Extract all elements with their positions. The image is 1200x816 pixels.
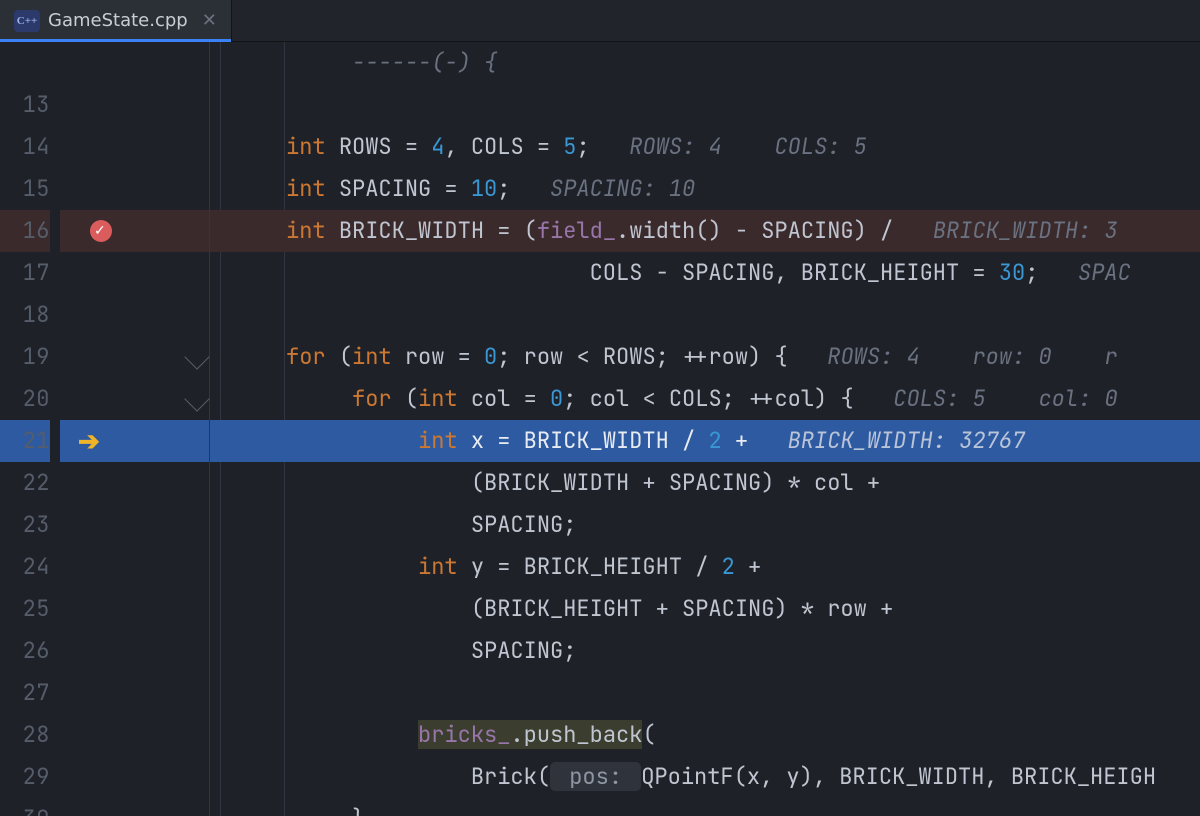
line-number: 19 <box>0 336 50 378</box>
code-editor[interactable]: 13 14 15 16 17 18 19 20 21 22 23 24 25 2… <box>0 42 1200 816</box>
inline-value-hint: COLS: 5 col: 0 <box>893 384 1117 413</box>
code-line[interactable]: bricks_.push_back( <box>210 714 1200 756</box>
line-number: 30 <box>0 798 50 816</box>
code-line[interactable]: int SPACING = 10; SPACING: 10 <box>210 168 1200 210</box>
inline-value-hint: BRICK_WIDTH: 3 <box>933 216 1118 245</box>
breakpoint-icon[interactable] <box>90 220 112 242</box>
parameter-hint: pos: <box>550 762 641 791</box>
code-line[interactable]: SPACING; <box>210 630 1200 672</box>
line-number: 24 <box>0 546 50 588</box>
code-area[interactable]: ------(-) { int ROWS = 4, COLS = 5; ROWS… <box>210 42 1200 816</box>
code-line[interactable]: int y = BRICK_HEIGHT / 2 + <box>210 546 1200 588</box>
code-line[interactable]: int BRICK_WIDTH = (field_.width() - SPAC… <box>210 210 1200 252</box>
line-number: 16 <box>0 210 50 252</box>
cpp-file-icon: C++ <box>14 10 40 32</box>
code-line[interactable]: Brick( pos: QPointF(x, y), BRICK_WIDTH, … <box>210 756 1200 798</box>
inline-value-hint: SPAC <box>1078 258 1131 287</box>
inline-value-hint: BRICK_WIDTH: 32767 <box>788 426 1026 455</box>
line-number: 27 <box>0 672 50 714</box>
line-number: 28 <box>0 714 50 756</box>
line-number: 17 <box>0 252 50 294</box>
line-number: 14 <box>0 126 50 168</box>
code-line[interactable] <box>210 84 1200 126</box>
fold-handle-icon[interactable] <box>184 806 209 816</box>
line-number: 29 <box>0 756 50 798</box>
line-number <box>0 42 50 84</box>
code-line[interactable]: (BRICK_HEIGHT + SPACING) * row + <box>210 588 1200 630</box>
line-number: 18 <box>0 294 50 336</box>
code-line[interactable]: ------(-) { <box>210 42 1200 84</box>
code-line[interactable]: } <box>210 798 1200 816</box>
line-number-gutter: 13 14 15 16 17 18 19 20 21 22 23 24 25 2… <box>0 42 60 816</box>
fold-handle-icon[interactable] <box>184 344 209 369</box>
tab-gamestate-cpp[interactable]: C++ GameState.cpp ✕ <box>0 0 232 41</box>
code-line[interactable]: SPACING; <box>210 504 1200 546</box>
code-line[interactable] <box>210 672 1200 714</box>
fold-gutter[interactable] <box>130 42 210 816</box>
line-number: 20 <box>0 378 50 420</box>
code-line[interactable]: for (int col = 0; col < COLS; ++col) { C… <box>210 378 1200 420</box>
line-number: 21 <box>0 420 50 462</box>
code-line[interactable]: int ROWS = 4, COLS = 5; ROWS: 4 COLS: 5 <box>210 126 1200 168</box>
inline-value-hint: ROWS: 4 COLS: 5 <box>629 132 867 161</box>
code-line[interactable]: for (int row = 0; row < ROWS; ++row) { R… <box>210 336 1200 378</box>
marker-gutter[interactable]: ➔ <box>60 42 130 816</box>
execution-pointer-icon: ➔ <box>78 420 100 462</box>
line-number: 15 <box>0 168 50 210</box>
inline-value-hint: ROWS: 4 row: 0 r <box>827 342 1117 371</box>
tab-filename: GameState.cpp <box>48 0 188 42</box>
line-number: 25 <box>0 588 50 630</box>
line-number: 13 <box>0 84 50 126</box>
line-number: 26 <box>0 630 50 672</box>
line-number: 22 <box>0 462 50 504</box>
tab-bar: C++ GameState.cpp ✕ <box>0 0 1200 42</box>
code-line[interactable]: (BRICK_WIDTH + SPACING) * col + <box>210 462 1200 504</box>
code-line-current[interactable]: int x = BRICK_WIDTH / 2 + BRICK_WIDTH: 3… <box>210 420 1200 462</box>
close-icon[interactable]: ✕ <box>202 0 217 42</box>
code-line[interactable] <box>210 294 1200 336</box>
inline-value-hint: SPACING: 10 <box>550 174 695 203</box>
code-line[interactable]: COLS - SPACING, BRICK_HEIGHT = 30; SPAC <box>210 252 1200 294</box>
fold-handle-icon[interactable] <box>184 386 209 411</box>
line-number: 23 <box>0 504 50 546</box>
